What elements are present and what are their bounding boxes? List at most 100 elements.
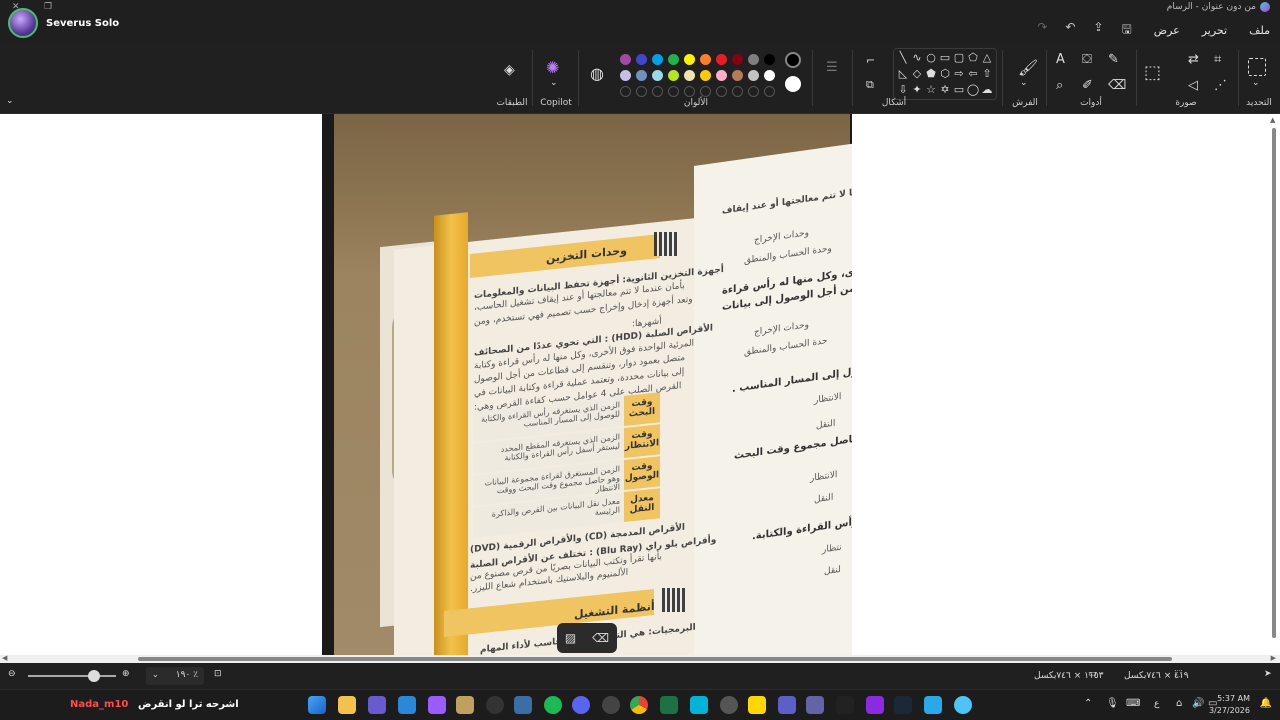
app-icon[interactable]: [836, 696, 854, 714]
vertical-scrollbar[interactable]: ▲: [1270, 116, 1278, 652]
file-explorer-icon[interactable]: [338, 696, 356, 714]
microphone-icon[interactable]: 🎙: [1106, 698, 1119, 709]
app-icon[interactable]: [720, 696, 738, 714]
clock[interactable]: 5:37 AM 3/27/2026: [1209, 693, 1250, 717]
chrome-icon[interactable]: [630, 696, 648, 714]
4k-app-icon[interactable]: [486, 696, 504, 714]
secondary-color-swatch[interactable]: [785, 76, 801, 92]
color-swatch[interactable]: [684, 86, 695, 97]
scroll-thumb[interactable]: [138, 657, 1172, 661]
app-icon[interactable]: [690, 696, 708, 714]
zoom-slider[interactable]: [28, 675, 116, 677]
zoom-select[interactable]: ⌄ ١٩٠ ٪: [146, 667, 204, 685]
chevron-down-icon[interactable]: ⌄: [1252, 78, 1260, 88]
color-swatch[interactable]: [652, 70, 663, 81]
app-icon[interactable]: [456, 696, 474, 714]
color-swatch[interactable]: [748, 54, 759, 65]
color-swatch[interactable]: [748, 70, 759, 81]
app-icon[interactable]: [924, 696, 942, 714]
color-swatch[interactable]: [684, 70, 695, 81]
rotate-icon[interactable]: ⇄: [1188, 52, 1199, 67]
color-swatch[interactable]: [748, 86, 759, 97]
select-icon[interactable]: [1248, 58, 1266, 76]
layers-icon[interactable]: ◈: [504, 62, 515, 78]
fit-to-window-icon[interactable]: ⊡: [214, 669, 222, 679]
user-profile[interactable]: Severus Solo: [8, 8, 119, 38]
app-icon[interactable]: [866, 696, 884, 714]
app-icon[interactable]: [514, 696, 532, 714]
network-icon[interactable]: ⌂: [1176, 698, 1182, 709]
image-crop-select-icon[interactable]: ⬚: [1144, 62, 1161, 83]
language-indicator[interactable]: ع: [1154, 699, 1159, 709]
share-icon[interactable]: ⇪: [1093, 20, 1103, 41]
steam-icon[interactable]: [894, 696, 912, 714]
color-swatch[interactable]: [636, 54, 647, 65]
color-swatch[interactable]: [668, 54, 679, 65]
menu-view[interactable]: عرض: [1154, 24, 1180, 37]
menu-edit[interactable]: تحرير: [1202, 24, 1227, 37]
fill-icon[interactable]: ⛋: [1082, 52, 1092, 67]
brush-icon[interactable]: 🖌: [1018, 58, 1038, 77]
save-icon[interactable]: 🖫: [1122, 20, 1132, 41]
scroll-thumb[interactable]: [1272, 128, 1276, 638]
keyboard-icon[interactable]: ⌨: [1126, 698, 1140, 709]
color-swatch[interactable]: [716, 86, 727, 97]
color-swatch[interactable]: [732, 86, 743, 97]
color-swatch[interactable]: [764, 54, 775, 65]
color-swatch[interactable]: [732, 70, 743, 81]
crop-icon[interactable]: ⌗: [1214, 52, 1221, 67]
start-icon[interactable]: [308, 696, 326, 714]
spotify-icon[interactable]: [544, 696, 562, 714]
color-swatch[interactable]: [636, 70, 647, 81]
size-icon[interactable]: ☰: [826, 60, 838, 75]
color-swatch[interactable]: [620, 54, 631, 65]
color-picker-icon[interactable]: ✐: [1082, 78, 1093, 93]
chevron-down-icon[interactable]: ⌄: [550, 78, 558, 88]
discord-icon[interactable]: [572, 696, 590, 714]
primary-color-swatch[interactable]: [785, 52, 801, 68]
sticky-notes-icon[interactable]: [748, 696, 766, 714]
color-swatch[interactable]: [732, 54, 743, 65]
zoom-in-icon[interactable]: ⊕: [122, 669, 130, 679]
app-icon[interactable]: [368, 696, 386, 714]
notification-icon[interactable]: 🔔: [1260, 698, 1272, 709]
app-icon[interactable]: [660, 696, 678, 714]
color-swatch[interactable]: [620, 70, 631, 81]
color-swatch[interactable]: [684, 54, 695, 65]
color-swatch[interactable]: [700, 70, 711, 81]
color-swatch[interactable]: [652, 54, 663, 65]
color-swatch[interactable]: [620, 86, 631, 97]
zoom-out-icon[interactable]: ⊖: [8, 669, 16, 679]
flip-icon[interactable]: ◁: [1188, 78, 1198, 93]
app-icon[interactable]: [398, 696, 416, 714]
app-icon[interactable]: [806, 696, 824, 714]
pencil-icon[interactable]: ✎: [1108, 52, 1119, 67]
volume-icon[interactable]: 🔊: [1192, 698, 1204, 709]
color-swatch[interactable]: [700, 86, 711, 97]
chevron-down-icon[interactable]: ⌄: [1020, 78, 1028, 88]
paint-icon[interactable]: [954, 696, 972, 714]
undo-icon[interactable]: ↶: [1065, 20, 1075, 41]
color-swatch[interactable]: [700, 54, 711, 65]
horizontal-scrollbar[interactable]: ◀ ▶: [0, 654, 1280, 663]
scroll-right-icon[interactable]: ▶: [1271, 654, 1276, 662]
menu-file[interactable]: ملف: [1249, 24, 1270, 37]
app-icon[interactable]: [602, 696, 620, 714]
color-swatch[interactable]: [764, 70, 775, 81]
erase-object-icon[interactable]: ⌫: [592, 631, 609, 645]
avatar[interactable]: [8, 8, 38, 38]
text-icon[interactable]: A: [1056, 52, 1065, 67]
copilot-icon[interactable]: ✺: [546, 58, 559, 77]
scroll-left-icon[interactable]: ◀: [2, 654, 7, 662]
color-swatch[interactable]: [668, 86, 679, 97]
color-swatch[interactable]: [764, 86, 775, 97]
app-icon[interactable]: [428, 696, 446, 714]
ribbon-collapse-icon[interactable]: ⌄: [6, 96, 14, 106]
resize-icon[interactable]: ⋰: [1214, 78, 1227, 93]
zoom-slider-knob[interactable]: [88, 670, 100, 682]
canvas-photo[interactable]: وحدات التخزين أجهزة التخزين الثانوية: أج…: [322, 114, 852, 655]
color-swatch[interactable]: [716, 70, 727, 81]
color-swatch[interactable]: [668, 70, 679, 81]
teams-icon[interactable]: [778, 696, 796, 714]
color-swatch[interactable]: [716, 54, 727, 65]
